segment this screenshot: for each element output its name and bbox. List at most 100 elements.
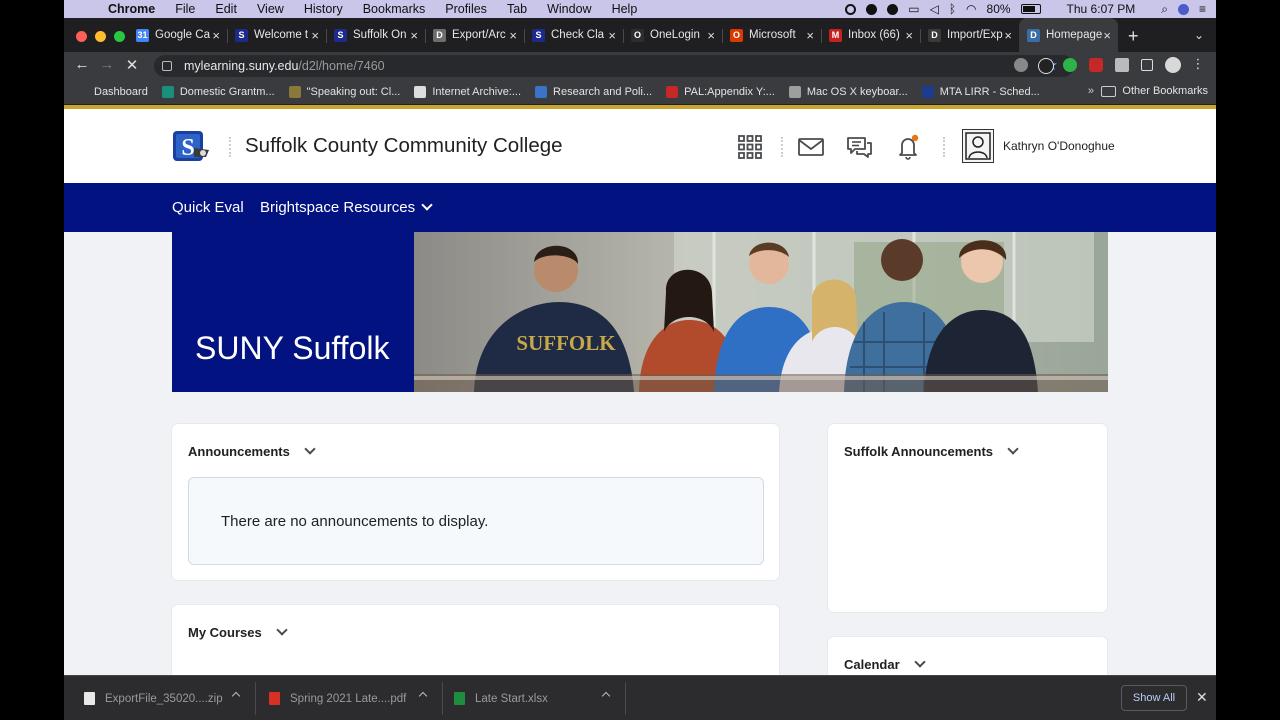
chrome-menu-icon[interactable]: ⋮ <box>1188 56 1208 72</box>
extensions-puzzle-icon[interactable] <box>1115 58 1129 72</box>
bluetooth-icon[interactable]: ᛒ <box>949 2 956 16</box>
control-center-icon[interactable]: ≡ <box>1199 2 1206 16</box>
bookmark-item[interactable]: PAL:Appendix Y:... <box>666 86 775 98</box>
suffolk-logo-icon[interactable]: S <box>172 130 210 162</box>
org-name[interactable]: Suffolk County Community College <box>245 134 563 158</box>
avatar[interactable] <box>962 129 994 163</box>
bookmarks-overflow-button[interactable]: » <box>1088 85 1094 97</box>
side-panel-icon[interactable] <box>1141 59 1153 71</box>
user-menu-icon[interactable] <box>1177 3 1189 15</box>
airplay-icon[interactable]: ▭ <box>908 2 919 16</box>
bookmark-label: Internet Archive:... <box>432 86 522 98</box>
forward-button[interactable]: → <box>97 56 117 73</box>
profile-avatar-icon[interactable] <box>1165 57 1181 73</box>
bookmark-item[interactable]: Dashboard <box>94 86 148 98</box>
close-window-button[interactable] <box>76 31 87 42</box>
close-tab-icon[interactable]: × <box>806 28 814 43</box>
other-bookmarks[interactable]: Other Bookmarks <box>1101 85 1208 97</box>
browser-tab[interactable]: D Export/Arc × <box>425 18 524 52</box>
close-tab-icon[interactable]: × <box>905 28 913 43</box>
close-tab-icon[interactable]: × <box>608 28 616 43</box>
close-tab-icon[interactable]: × <box>410 28 418 43</box>
battery-icon[interactable] <box>1020 4 1041 14</box>
suffolk-announcements-title[interactable]: Suffolk Announcements <box>844 443 1019 459</box>
zoom-window-button[interactable] <box>114 31 125 42</box>
announcements-title[interactable]: Announcements <box>188 443 316 459</box>
creative-cloud-icon[interactable] <box>887 3 899 15</box>
chevron-up-icon[interactable] <box>418 691 428 701</box>
bookmark-item[interactable]: MTA LIRR - Sched... <box>921 86 1040 98</box>
chevron-down-icon[interactable] <box>304 443 316 455</box>
my-courses-title[interactable]: My Courses <box>188 624 288 640</box>
minimize-window-button[interactable] <box>95 31 106 42</box>
chevron-up-icon[interactable] <box>231 691 241 701</box>
extension-grammarly-icon[interactable] <box>1063 58 1077 72</box>
bookmark-item[interactable]: Research and Poli... <box>535 86 652 98</box>
focus-icon[interactable] <box>866 3 878 15</box>
browser-tab[interactable]: 31 Google Ca × <box>128 18 227 52</box>
wifi-icon[interactable]: ◠ <box>966 2 976 16</box>
browser-tab[interactable]: S Check Cla × <box>524 18 623 52</box>
new-tab-button[interactable]: + <box>1128 26 1139 47</box>
nav-quick-eval[interactable]: Quick Eval <box>172 199 244 216</box>
menu-profiles[interactable]: Profiles <box>445 2 487 16</box>
extension-lightbulb-icon[interactable] <box>1014 58 1028 72</box>
course-nav-bar: Quick Eval Brightspace Resources <box>64 183 1216 232</box>
chevron-down-icon[interactable] <box>276 624 288 636</box>
browser-tab[interactable]: S Welcome t × <box>227 18 326 52</box>
extension-readwrite-icon[interactable] <box>1089 58 1103 72</box>
download-item[interactable]: Spring 2021 Late....pdf <box>269 676 428 720</box>
menu-history[interactable]: History <box>304 2 343 16</box>
extension-1password-icon[interactable] <box>1038 58 1054 74</box>
subscription-alerts-chat-icon[interactable] <box>845 133 873 161</box>
menu-view[interactable]: View <box>257 2 284 16</box>
menu-window[interactable]: Window <box>547 2 591 16</box>
address-bar[interactable]: mylearning.suny.edu/d2l/home/7460 ⇧ ★ <box>154 55 1074 77</box>
stop-loading-button[interactable]: ✕ <box>122 56 142 74</box>
chevron-down-icon[interactable] <box>1007 443 1019 455</box>
menu-edit[interactable]: Edit <box>215 2 237 16</box>
bookmark-item[interactable]: Domestic Grantm... <box>161 86 275 98</box>
bookmark-item[interactable]: "Speaking out: Cl... <box>288 86 400 98</box>
close-downloads-icon[interactable]: ✕ <box>1196 689 1208 706</box>
bookmark-item[interactable]: Internet Archive:... <box>414 86 521 98</box>
browser-tab[interactable]: M Inbox (66) × <box>821 18 920 52</box>
close-tab-icon[interactable]: × <box>311 28 319 43</box>
menu-bookmarks[interactable]: Bookmarks <box>363 2 426 16</box>
chevron-down-icon[interactable] <box>913 656 926 668</box>
course-selector-grid-icon[interactable] <box>736 133 764 161</box>
tab-title: Suffolk On <box>353 29 407 41</box>
spotlight-search-icon[interactable]: ⌕ <box>1161 2 1168 17</box>
download-item[interactable]: Late Start.xlsx <box>454 676 611 720</box>
back-button[interactable]: ← <box>72 56 92 73</box>
show-all-downloads-button[interactable]: Show All <box>1121 685 1187 711</box>
lock-icon[interactable] <box>162 61 172 71</box>
close-tab-icon[interactable]: × <box>707 28 715 43</box>
update-alerts-bell-icon[interactable] <box>894 133 922 161</box>
close-tab-icon[interactable]: × <box>212 28 220 43</box>
bookmark-item[interactable]: Mac OS X keyboar... <box>788 86 908 98</box>
menu-app-name[interactable]: Chrome <box>108 2 155 16</box>
browser-tab[interactable]: D Import/Exp × <box>920 18 1019 52</box>
browser-tab[interactable]: D Homepage × <box>1019 18 1118 52</box>
tab-search-chevron-icon[interactable]: ⌄ <box>1194 28 1204 42</box>
browser-tab[interactable]: O Microsoft × <box>722 18 821 52</box>
message-alerts-envelope-icon[interactable] <box>797 133 825 161</box>
browser-tab[interactable]: S Suffolk On × <box>326 18 425 52</box>
browser-tab[interactable]: O OneLogin × <box>623 18 722 52</box>
announcements-title-label: Announcements <box>188 444 290 459</box>
close-tab-icon[interactable]: × <box>509 28 517 43</box>
user-name[interactable]: Kathryn O'Donoghue <box>1003 139 1115 153</box>
nav-brightspace-resources[interactable]: Brightspace Resources <box>260 199 433 216</box>
close-tab-icon[interactable]: × <box>1004 28 1012 43</box>
close-tab-icon[interactable]: × <box>1103 28 1111 43</box>
menu-tab[interactable]: Tab <box>507 2 527 16</box>
record-icon[interactable] <box>845 3 857 15</box>
menu-file[interactable]: File <box>175 2 195 16</box>
chevron-up-icon[interactable] <box>601 691 611 701</box>
menu-help[interactable]: Help <box>612 2 638 16</box>
download-item[interactable]: ExportFile_35020....zip <box>84 676 241 720</box>
calendar-title[interactable]: Calendar <box>844 656 926 672</box>
audio-icon[interactable]: ◁ <box>930 2 939 16</box>
menu-clock[interactable]: Thu 6:07 PM <box>1067 2 1136 16</box>
